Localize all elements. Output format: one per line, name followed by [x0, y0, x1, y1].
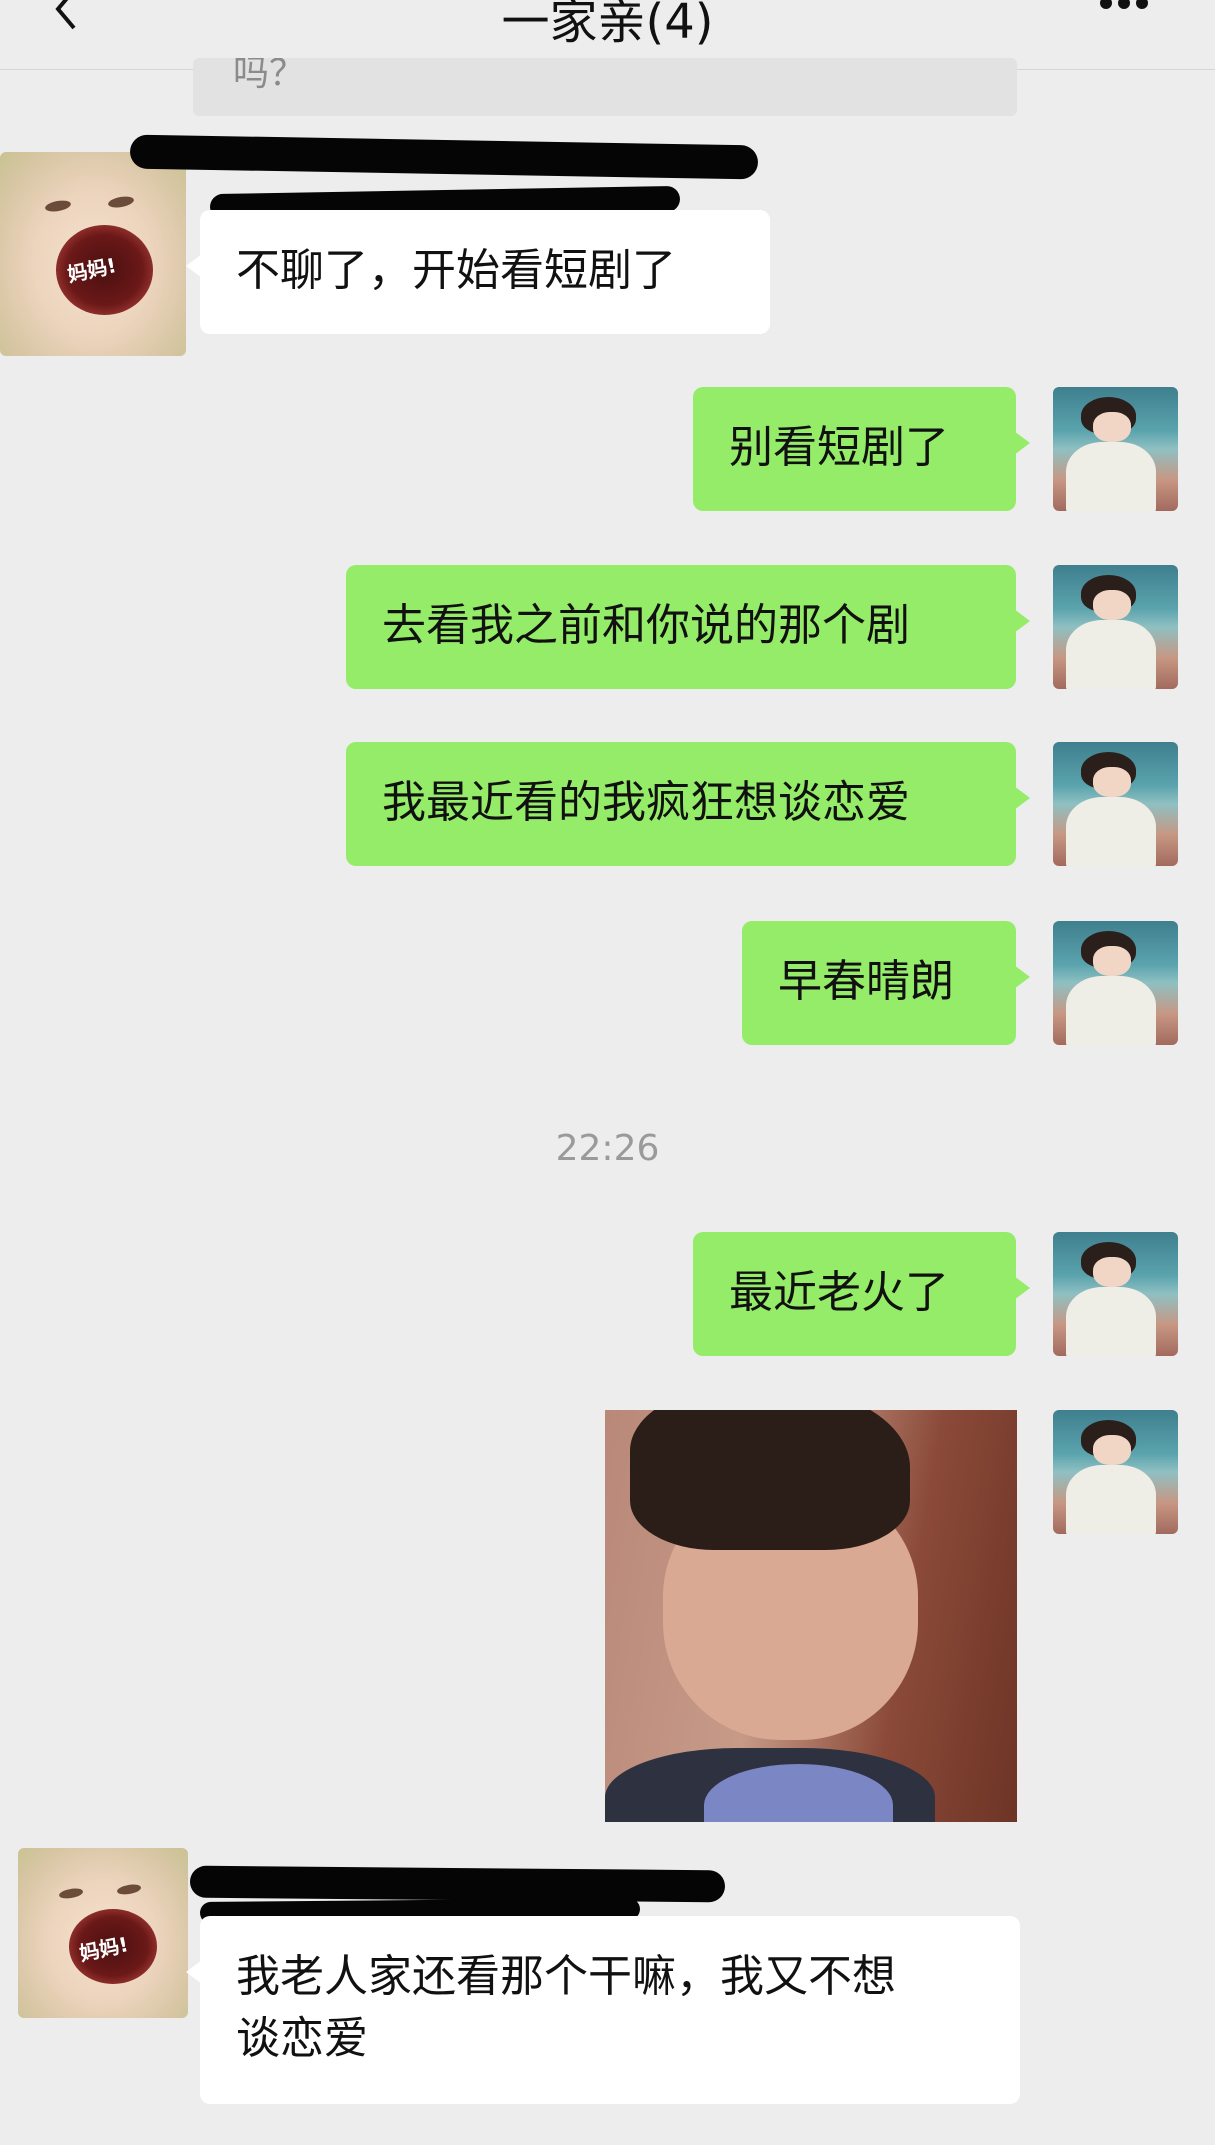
- redacted-sender-name: [129, 134, 759, 180]
- quoted-message-strip[interactable]: 吗？: [193, 58, 1017, 116]
- quoted-message-text: 吗？: [233, 58, 306, 94]
- message-timestamp: 22:26: [555, 1128, 660, 1169]
- chat-title: 一家亲(4): [501, 0, 714, 50]
- image-message[interactable]: [605, 1410, 1017, 1822]
- avatar-woman-seaside[interactable]: [1053, 387, 1178, 511]
- message-bubble[interactable]: 我老人家还看那个干嘛，我又不想 谈恋爱: [186, 1916, 1020, 2104]
- message-bubble[interactable]: 不聊了，开始看短剧了: [186, 210, 770, 334]
- avatar-crying-cat[interactable]: 妈妈!: [18, 1848, 188, 2018]
- avatar-woman-seaside[interactable]: [1053, 1410, 1178, 1534]
- avatar-woman-seaside[interactable]: [1053, 1232, 1178, 1356]
- redacted-sender-name: [189, 1865, 726, 1903]
- message-bubble[interactable]: 去看我之前和你说的那个剧: [346, 565, 1030, 689]
- message-bubble[interactable]: 别看短剧了: [693, 387, 1030, 511]
- message-bubble[interactable]: 早春晴朗: [742, 921, 1030, 1045]
- more-dots-icon[interactable]: [1100, 0, 1160, 14]
- avatar-woman-seaside[interactable]: [1053, 565, 1178, 689]
- avatar-woman-seaside[interactable]: [1053, 742, 1178, 866]
- avatar-crying-cat[interactable]: 妈妈!: [0, 152, 186, 356]
- avatar-woman-seaside[interactable]: [1053, 921, 1178, 1045]
- message-bubble[interactable]: 我最近看的我疯狂想谈恋爱: [346, 742, 1030, 866]
- message-bubble[interactable]: 最近老火了: [693, 1232, 1030, 1356]
